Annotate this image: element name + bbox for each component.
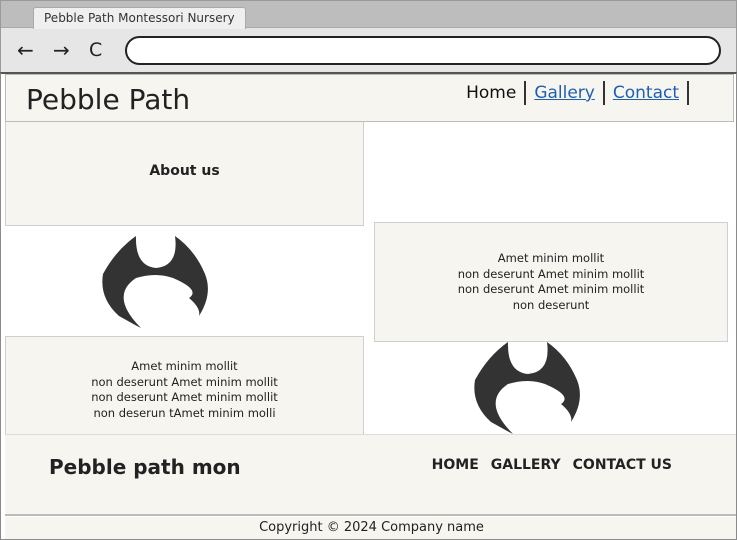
text-line: Amet minim mollit: [497, 251, 605, 265]
about-title: About us: [149, 163, 220, 179]
site-logo[interactable]: Pebble Path: [26, 83, 190, 117]
site-footer: Pebble path mon HOME GALLERY CONTACT US: [5, 434, 736, 514]
top-nav: Home Gallery Contact: [458, 81, 689, 105]
site-header: Pebble Path Home Gallery Contact: [5, 74, 734, 122]
page-viewport: Pebble Path Home Gallery Contact About u…: [0, 72, 737, 540]
text-panel-left: Amet minim mollit non deserunt Amet mini…: [5, 336, 364, 444]
text-line: non deserunt Amet minim mollit: [91, 374, 278, 389]
text-line: non deserunt Amet minim mollit: [91, 390, 278, 404]
footer-nav-gallery[interactable]: GALLERY: [491, 457, 561, 473]
browser-chrome: Pebble Path Montessori Nursery ← → C: [0, 0, 737, 72]
browser-tab[interactable]: Pebble Path Montessori Nursery: [33, 7, 246, 29]
footer-nav-contact[interactable]: CONTACT US: [573, 457, 672, 473]
text-line: non deserunt: [512, 297, 590, 312]
image-placeholder-icon: [474, 342, 580, 434]
nav-gallery[interactable]: Gallery: [526, 81, 605, 105]
text-line: Amet minim mollit: [131, 359, 238, 373]
text-line: non deserun tAmet minim molli: [93, 405, 276, 420]
address-bar[interactable]: [125, 36, 721, 65]
footer-brand: Pebble path mon: [49, 455, 241, 479]
image-placeholder-icon: [102, 236, 208, 328]
text-line: non deserunt Amet minim mollit: [457, 266, 645, 281]
nav-contact[interactable]: Contact: [605, 81, 689, 105]
footer-nav-home[interactable]: HOME: [432, 457, 479, 473]
forward-arrow-icon[interactable]: →: [53, 38, 70, 62]
tab-strip: Pebble Path Montessori Nursery: [1, 1, 736, 29]
nav-home[interactable]: Home: [458, 81, 527, 105]
footer-nav: HOME GALLERY CONTACT US: [432, 457, 672, 473]
copyright-text: Copyright © 2024 Company name: [5, 517, 736, 539]
text-line: non deserunt Amet minim mollit: [457, 282, 645, 296]
text-panel-right: Amet minim mollit non deserunt Amet mini…: [374, 222, 728, 342]
back-arrow-icon[interactable]: ←: [17, 38, 34, 62]
about-section: About us: [5, 122, 364, 226]
footer-divider: [5, 514, 736, 516]
reload-icon[interactable]: C: [89, 38, 102, 62]
